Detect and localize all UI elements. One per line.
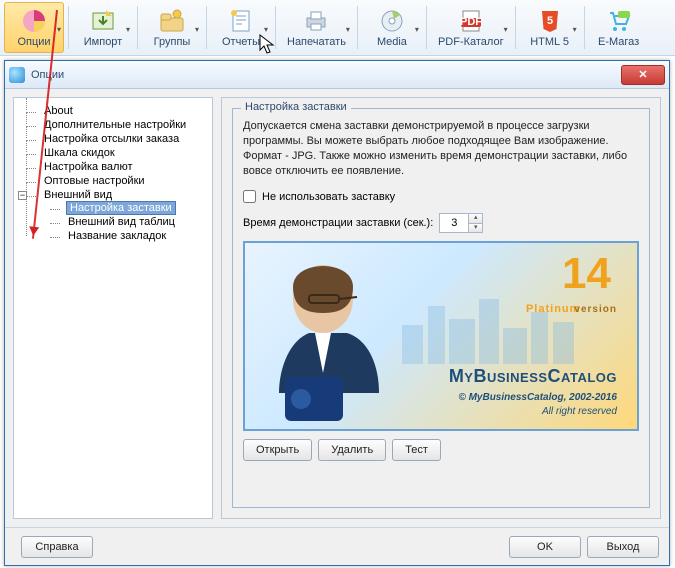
groups-icon <box>158 7 186 35</box>
test-button[interactable]: Тест <box>392 439 441 461</box>
toolbar-separator <box>584 6 585 49</box>
toolbar-separator <box>137 6 138 49</box>
close-button[interactable]: ✕ <box>621 65 665 85</box>
time-input[interactable] <box>440 214 468 232</box>
toolbar-separator <box>426 6 427 49</box>
media-icon <box>378 7 406 35</box>
disable-splash-label: Не использовать заставку <box>262 191 395 203</box>
toolbar-label: Отчеты <box>222 36 260 48</box>
chevron-down-icon: ▾ <box>195 25 199 34</box>
options-dialog: Опции ✕ About Дополнительные настройки Н… <box>4 60 670 566</box>
dialog-footer: Справка OK Выход <box>5 527 669 565</box>
open-button[interactable]: Открыть <box>243 439 312 461</box>
svg-text:PDF: PDF <box>460 16 482 28</box>
toolbar-label: Группы <box>154 36 191 48</box>
toolbar-label: Импорт <box>84 36 122 48</box>
toolbar-estore[interactable]: E-Магаз <box>589 2 649 53</box>
options-tree-panel: About Дополнительные настройки Настройка… <box>13 97 213 519</box>
person-illustration <box>253 249 413 429</box>
splash-description: Допускается смена заставки демонстрируем… <box>243 119 639 178</box>
tree-item[interactable]: Название закладок <box>56 229 208 243</box>
html5-icon: 5 <box>536 7 564 35</box>
toolbar-separator <box>275 6 276 49</box>
toolbar-separator <box>515 6 516 49</box>
cart-icon <box>605 7 633 35</box>
tree-item[interactable]: Дополнительные настройки <box>32 118 208 132</box>
toolbar-media[interactable]: Media ▾ <box>362 2 422 53</box>
import-icon <box>89 7 117 35</box>
toolbar-label: PDF-Каталог <box>438 36 504 48</box>
chevron-down-icon: ▾ <box>415 25 419 34</box>
toolbar-pdf[interactable]: PDF PDF-Каталог ▾ <box>431 2 511 53</box>
window-title: Опции <box>31 69 621 81</box>
toolbar-label: E-Магаз <box>598 36 639 48</box>
tree-item-splash[interactable]: Настройка заставки <box>56 201 208 215</box>
settings-panel: Настройка заставки Допускается смена зас… <box>221 97 661 519</box>
tree-expander[interactable]: − <box>18 191 27 200</box>
titlebar[interactable]: Опции ✕ <box>5 61 669 89</box>
toolbar-reports[interactable]: Отчеты ▾ <box>211 2 271 53</box>
tree-item[interactable]: Настройка отсылки заказа <box>32 132 208 146</box>
toolbar-label: Media <box>377 36 407 48</box>
tree-item[interactable]: Шкала скидок <box>32 146 208 160</box>
tree-item-appearance[interactable]: − Внешний вид Настройка заставки Внешний… <box>32 188 208 244</box>
splash-edition: Platinumversion <box>526 295 617 318</box>
splash-preview: 14 Platinumversion MyBusinessCatalog © M… <box>243 241 639 431</box>
toolbar-separator <box>357 6 358 49</box>
time-label: Время демонстрации заставки (сек.): <box>243 217 433 229</box>
toolbar-separator <box>206 6 207 49</box>
ok-button[interactable]: OK <box>509 536 581 558</box>
help-button[interactable]: Справка <box>21 536 93 558</box>
groupbox-legend: Настройка заставки <box>241 101 351 113</box>
toolbar-import[interactable]: Импорт ▾ <box>73 2 133 53</box>
main-toolbar: Опции ▾ Импорт ▾ Группы ▾ Отчеты ▾ Напеч… <box>0 0 675 56</box>
delete-button[interactable]: Удалить <box>318 439 386 461</box>
toolbar-label: Опции <box>17 36 50 48</box>
toolbar-label: HTML 5 <box>530 36 569 48</box>
tree-item[interactable]: About <box>32 104 208 118</box>
toolbar-separator <box>68 6 69 49</box>
exit-button[interactable]: Выход <box>587 536 659 558</box>
toolbar-print[interactable]: Напечатать ▾ <box>280 2 353 53</box>
printer-icon <box>302 7 330 35</box>
splash-groupbox: Настройка заставки Допускается смена зас… <box>232 108 650 508</box>
splash-version: 14 <box>562 249 611 299</box>
toolbar-options[interactable]: Опции ▾ <box>4 2 64 53</box>
pdf-icon: PDF <box>457 7 485 35</box>
app-icon <box>9 67 25 83</box>
svg-text:5: 5 <box>547 15 553 27</box>
chevron-down-icon: ▾ <box>504 25 508 34</box>
splash-rights: All right reserved <box>542 406 617 417</box>
chevron-down-icon: ▾ <box>573 25 577 34</box>
tree-item[interactable]: Оптовые настройки <box>32 174 208 188</box>
splash-copyright: © MyBusinessCatalog, 2002-2016 <box>458 392 617 403</box>
spin-up[interactable]: ▴ <box>468 214 482 223</box>
tree-item[interactable]: Внешний вид таблиц <box>56 215 208 229</box>
tree-item[interactable]: Настройка валют <box>32 160 208 174</box>
toolbar-groups[interactable]: Группы ▾ <box>142 2 202 53</box>
chevron-down-icon: ▾ <box>346 25 350 34</box>
chevron-down-icon: ▾ <box>264 25 268 34</box>
pie-icon <box>20 7 48 35</box>
close-icon: ✕ <box>638 68 647 81</box>
reports-icon <box>227 7 255 35</box>
toolbar-label: Напечатать <box>287 36 346 48</box>
disable-splash-checkbox[interactable] <box>243 190 256 203</box>
chevron-down-icon: ▾ <box>57 25 61 34</box>
options-tree: About Дополнительные настройки Настройка… <box>18 104 208 244</box>
toolbar-html5[interactable]: 5 HTML 5 ▾ <box>520 2 580 53</box>
splash-brand: MyBusinessCatalog <box>449 366 617 387</box>
chevron-down-icon: ▾ <box>126 25 130 34</box>
spin-down[interactable]: ▾ <box>468 223 482 232</box>
time-spinner[interactable]: ▴ ▾ <box>439 213 483 233</box>
